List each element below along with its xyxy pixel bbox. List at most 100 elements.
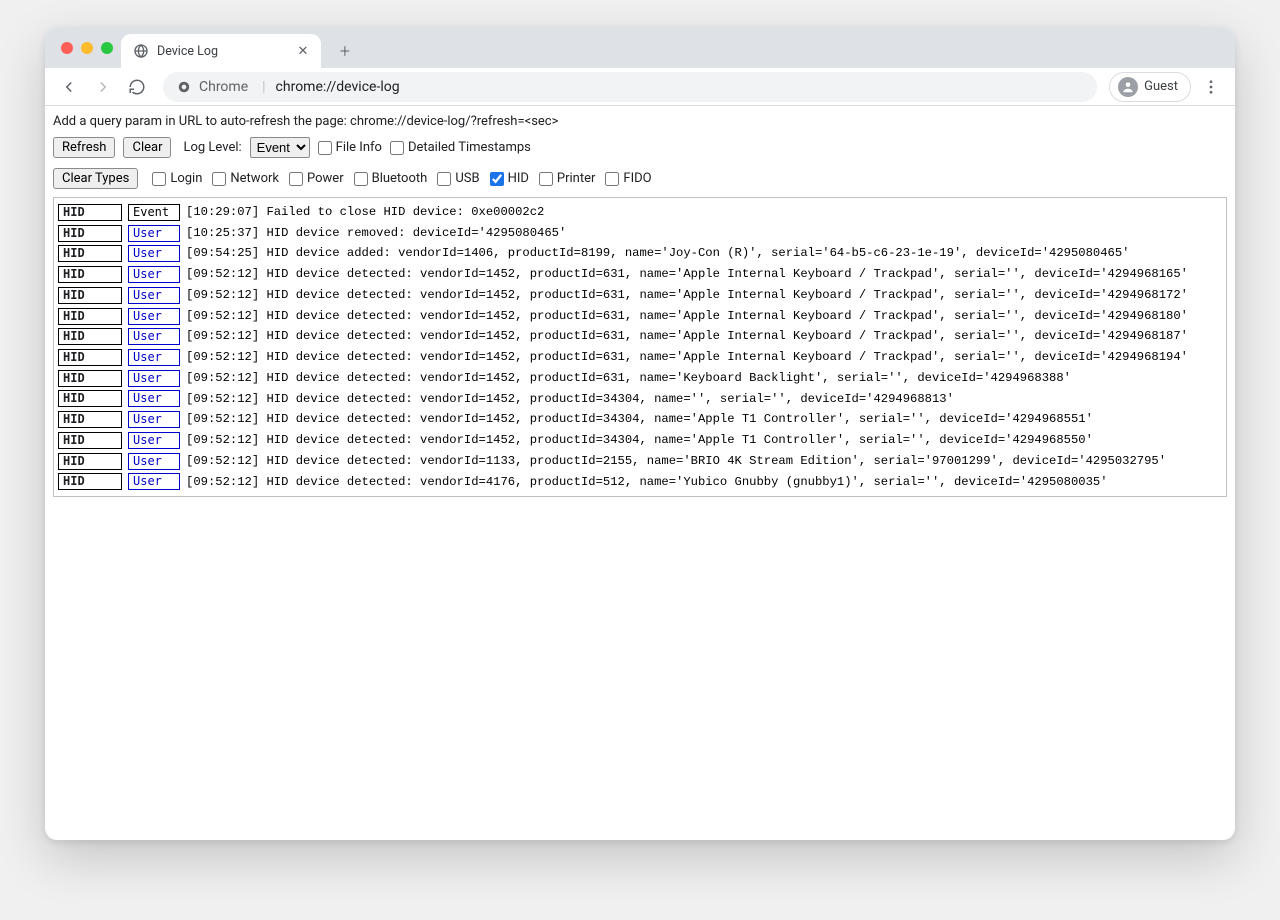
log-level-tag: User bbox=[128, 453, 180, 470]
log-level-label: Log Level: bbox=[183, 140, 241, 155]
clear-button[interactable]: Clear bbox=[123, 137, 171, 158]
log-type-tag: HID bbox=[58, 328, 122, 345]
log-type-tag: HID bbox=[58, 204, 122, 221]
log-row: HIDUser[10:25:37] HID device removed: de… bbox=[58, 223, 1222, 244]
log-type-tag: HID bbox=[58, 411, 122, 428]
type-filter-usb[interactable]: USB bbox=[437, 171, 479, 186]
reload-button[interactable] bbox=[123, 73, 151, 101]
log-message: [09:52:12] HID device detected: vendorId… bbox=[186, 347, 1188, 368]
log-row: HIDUser[09:52:12] HID device detected: v… bbox=[58, 368, 1222, 389]
type-filter-printer-checkbox[interactable] bbox=[539, 172, 553, 186]
browser-toolbar: Chrome | chrome://device-log Guest bbox=[45, 68, 1235, 106]
type-filter-login[interactable]: Login bbox=[152, 171, 202, 186]
log-level-tag: User bbox=[128, 287, 180, 304]
new-tab-button[interactable]: + bbox=[331, 37, 359, 65]
log-type-tag: HID bbox=[58, 390, 122, 407]
tab-close-button[interactable]: ✕ bbox=[295, 43, 311, 59]
file-info-checkbox[interactable] bbox=[318, 141, 332, 155]
type-filter-fido-label: FIDO bbox=[623, 171, 651, 186]
type-filter-printer[interactable]: Printer bbox=[539, 171, 596, 186]
log-type-tag: HID bbox=[58, 308, 122, 325]
type-filter-usb-label: USB bbox=[455, 171, 479, 186]
forward-button[interactable] bbox=[89, 73, 117, 101]
type-filter-hid-label: HID bbox=[508, 171, 529, 186]
type-filter-network-label: Network bbox=[230, 171, 279, 186]
window-maximize-button[interactable] bbox=[101, 42, 113, 54]
browser-tab[interactable]: Device Log ✕ bbox=[121, 34, 321, 68]
log-message: [09:52:12] HID device detected: vendorId… bbox=[186, 264, 1188, 285]
log-message: [09:52:12] HID device detected: vendorId… bbox=[186, 368, 1071, 389]
type-filter-group: Login Network Power Bluetooth USB HID Printer F… bbox=[152, 171, 651, 186]
type-filter-fido-checkbox[interactable] bbox=[605, 172, 619, 186]
type-filter-bluetooth-checkbox[interactable] bbox=[354, 172, 368, 186]
type-filter-hid-checkbox[interactable] bbox=[490, 172, 504, 186]
avatar-icon bbox=[1118, 77, 1138, 97]
profile-button[interactable]: Guest bbox=[1109, 72, 1191, 102]
log-message: [09:52:12] HID device detected: vendorId… bbox=[186, 430, 1093, 451]
file-info-label: File Info bbox=[336, 140, 382, 155]
browser-window: Device Log ✕ + Chrome | chrome://device-… bbox=[45, 28, 1235, 840]
type-filter-bluetooth-label: Bluetooth bbox=[372, 171, 428, 186]
log-level-select[interactable]: Event bbox=[250, 137, 310, 158]
log-row: HIDUser[09:54:25] HID device added: vend… bbox=[58, 243, 1222, 264]
type-filter-power[interactable]: Power bbox=[289, 171, 344, 186]
log-message: [09:52:12] HID device detected: vendorId… bbox=[186, 326, 1188, 347]
log-message: [09:52:12] HID device detected: vendorId… bbox=[186, 389, 954, 410]
type-filter-fido[interactable]: FIDO bbox=[605, 171, 651, 186]
log-type-tag: HID bbox=[58, 453, 122, 470]
window-minimize-button[interactable] bbox=[81, 42, 93, 54]
type-filter-power-checkbox[interactable] bbox=[289, 172, 303, 186]
log-row: HID User [09:52:12] HID device detected: v… bbox=[58, 306, 1222, 327]
type-filter-login-checkbox[interactable] bbox=[152, 172, 166, 186]
log-type-tag: HID bbox=[58, 349, 122, 366]
log-level-tag: User bbox=[128, 432, 180, 449]
omnibox-host: Chrome bbox=[199, 79, 248, 95]
log-row: HIDUser[09:52:12] HID device detected: v… bbox=[58, 472, 1222, 493]
log-level-tag: User bbox=[128, 349, 180, 366]
type-filter-bluetooth[interactable]: Bluetooth bbox=[354, 171, 428, 186]
log-table: HIDEvent[10:29:07] Failed to close HID d… bbox=[53, 197, 1227, 497]
omnibox-separator: | bbox=[262, 79, 265, 95]
log-type-tag: HID bbox=[58, 245, 122, 262]
type-filter-hid[interactable]: HID bbox=[490, 171, 529, 186]
detailed-timestamps-checkbox[interactable] bbox=[390, 141, 404, 155]
log-row: HIDEvent[10:29:07] Failed to close HID d… bbox=[58, 202, 1222, 223]
file-info-toggle[interactable]: File Info bbox=[318, 140, 382, 155]
menu-button[interactable] bbox=[1197, 73, 1225, 101]
window-close-button[interactable] bbox=[61, 42, 73, 54]
log-level-tag: User bbox=[128, 245, 180, 262]
detailed-timestamps-toggle[interactable]: Detailed Timestamps bbox=[390, 140, 531, 155]
log-type-tag: HID bbox=[58, 473, 122, 490]
type-filter-network-checkbox[interactable] bbox=[212, 172, 226, 186]
log-row: HIDUser[09:52:12] HID device detected: v… bbox=[58, 326, 1222, 347]
log-type-tag: HID bbox=[58, 432, 122, 449]
detailed-timestamps-label: Detailed Timestamps bbox=[408, 140, 531, 155]
log-message: [10:25:37] HID device removed: deviceId=… bbox=[186, 223, 566, 244]
type-filter-network[interactable]: Network bbox=[212, 171, 279, 186]
type-filter-printer-label: Printer bbox=[557, 171, 596, 186]
log-message: [09:52:12] HID device detected: vendorId… bbox=[186, 451, 1166, 472]
chrome-icon bbox=[177, 80, 191, 94]
log-message: [09:52:12] HID device detected: vendorId… bbox=[186, 306, 1188, 327]
address-bar[interactable]: Chrome | chrome://device-log bbox=[163, 72, 1097, 102]
log-level-tag: Event bbox=[128, 204, 180, 221]
refresh-button[interactable]: Refresh bbox=[53, 137, 115, 158]
tab-strip: Device Log ✕ + bbox=[45, 28, 1235, 68]
clear-types-button[interactable]: Clear Types bbox=[53, 168, 138, 189]
back-button[interactable] bbox=[55, 73, 83, 101]
log-message: [09:52:12] HID device detected: vendorId… bbox=[186, 285, 1188, 306]
globe-icon bbox=[133, 43, 149, 59]
log-type-tag: HID bbox=[58, 370, 122, 387]
log-row: HIDUser[09:52:12] HID device detected: v… bbox=[58, 264, 1222, 285]
log-level-tag: User bbox=[128, 390, 180, 407]
log-level-tag: User bbox=[128, 411, 180, 428]
log-message: [09:52:12] HID device detected: vendorId… bbox=[186, 472, 1108, 493]
log-row: HID User [09:52:12] HID device detected: v… bbox=[58, 389, 1222, 410]
log-type-tag: HID bbox=[58, 266, 122, 283]
page-content: Add a query param in URL to auto-refresh… bbox=[45, 106, 1235, 840]
type-filter-power-label: Power bbox=[307, 171, 344, 186]
tab-title: Device Log bbox=[157, 44, 218, 59]
type-filter-usb-checkbox[interactable] bbox=[437, 172, 451, 186]
profile-label: Guest bbox=[1144, 79, 1178, 94]
log-level-tag: User bbox=[128, 308, 180, 325]
